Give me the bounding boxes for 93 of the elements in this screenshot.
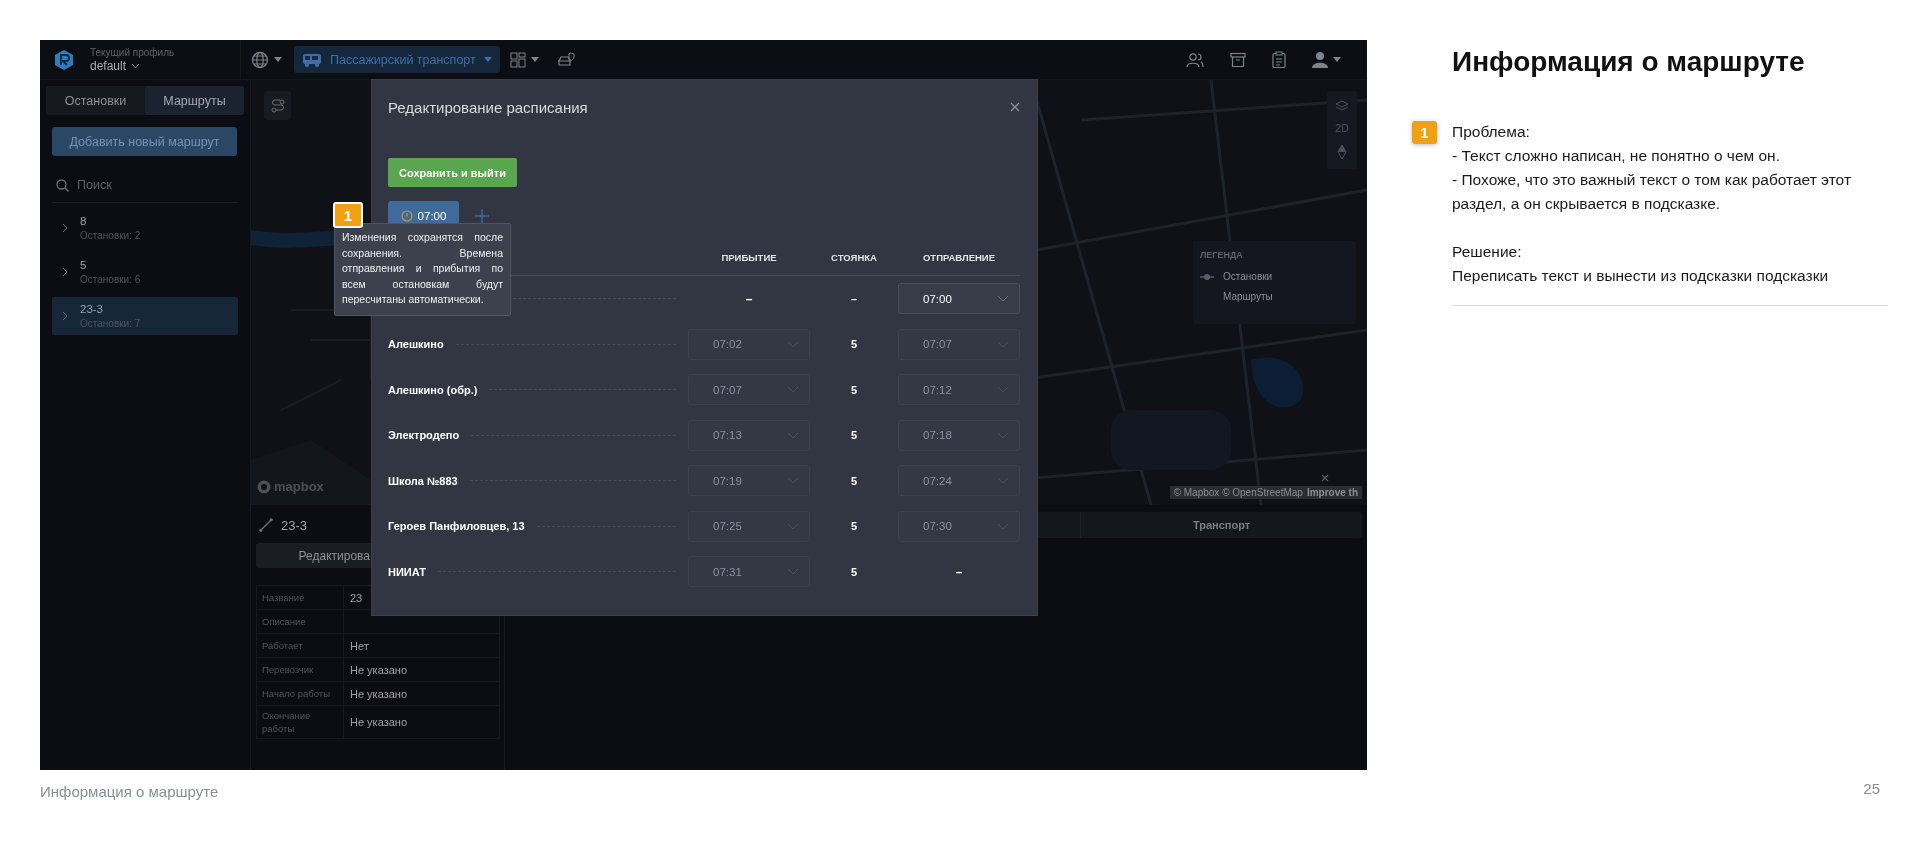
- caret-icon: [483, 57, 492, 62]
- property-value: Не указано: [349, 715, 409, 730]
- column-header: СТОЯНКА: [830, 251, 878, 263]
- caret-icon: [530, 57, 539, 62]
- property-value: Не указано: [349, 686, 409, 702]
- dwell-time: 5: [850, 383, 858, 396]
- stop-count: Остановки: 2: [80, 229, 141, 242]
- attribution-text: © Mapbox © OpenStreetMap: [1173, 487, 1303, 498]
- stop-count: Остановки: 6: [80, 273, 141, 286]
- chevron-right-icon: [62, 267, 68, 277]
- column-header: ОТПРАВЛЕНИЕ: [922, 251, 995, 263]
- chevron-right-icon: [62, 311, 68, 321]
- compass-icon[interactable]: [1337, 144, 1347, 160]
- bus-icon: [302, 52, 322, 67]
- save-and-exit-button[interactable]: Сохранить и выйти: [388, 158, 517, 187]
- archive-icon[interactable]: [1230, 51, 1246, 68]
- stop-name: НИИАТ: [388, 565, 426, 578]
- route-tool-button[interactable]: [264, 91, 291, 120]
- caret-icon: [1333, 57, 1341, 62]
- tooltip: Изменения сохранятся после сохранения. Времена отправления и прибытия по всем остановкам будут пересчитаны автоматически.: [334, 223, 511, 316]
- stop-name: Алешкино: [388, 338, 444, 351]
- sidebar-tab[interactable]: Маршруты: [145, 86, 244, 115]
- mapbox-logo: mapbox: [257, 479, 324, 494]
- column-header: ПРИБЫТИЕ: [721, 251, 777, 263]
- close-icon[interactable]: [1010, 102, 1020, 112]
- clipboard-icon[interactable]: [1272, 51, 1286, 68]
- profile-label: Текущий профиль: [90, 45, 176, 59]
- notes-title: Информация о маршруте: [1452, 45, 1806, 79]
- note-text: Проблема:: [1452, 122, 1531, 142]
- user-icon[interactable]: [1312, 51, 1328, 68]
- transport-dropdown[interactable]: Пассажирский транспорт: [294, 46, 500, 73]
- stop-name: Электродепо: [388, 429, 460, 442]
- dwell-time: 5: [850, 474, 858, 487]
- annotation-marker: 1: [333, 202, 363, 228]
- route-number: 8: [80, 214, 88, 229]
- modal-title: Редактирование расписания: [388, 98, 588, 116]
- caret-icon: [274, 57, 282, 62]
- route-list-item[interactable]: 5 Остановки: 6: [52, 253, 238, 291]
- property-label: Название: [257, 586, 344, 609]
- layout-grid-icon[interactable]: [509, 51, 526, 68]
- route-number: 5: [80, 258, 88, 273]
- edit-button[interactable]: Редактирова: [256, 543, 372, 568]
- property-label: Начало работы: [257, 682, 344, 705]
- close-icon[interactable]: [1321, 474, 1329, 482]
- property-value: Нет: [349, 638, 370, 654]
- search-field[interactable]: Поиск: [75, 177, 229, 193]
- note-text: - Похоже, что это важный текст о том как работает этот раздел, а он скрывается в подсказке.: [1452, 170, 1852, 214]
- route-path-icon: [270, 98, 285, 113]
- stop-marker-icon: [1200, 272, 1214, 281]
- page-number: 25: [1863, 780, 1880, 797]
- chevron-icon: [997, 295, 1009, 303]
- stop-name: Школа №883: [388, 474, 458, 487]
- route-number: 23-3: [80, 302, 105, 317]
- property-label: Перевозчик: [257, 658, 344, 681]
- empty-value: –: [745, 291, 753, 306]
- clock-icon: [400, 210, 413, 222]
- stop-name: Алешкино (обр.): [388, 383, 478, 396]
- legend-label: Остановки: [1223, 271, 1273, 282]
- car-shield-icon[interactable]: [556, 51, 575, 68]
- time-select[interactable]: 07:00: [898, 283, 1020, 315]
- property-label: Окончание работы: [257, 706, 344, 738]
- annotation-marker: 1: [1412, 121, 1437, 144]
- globe-icon[interactable]: [251, 50, 269, 69]
- note-text: Решение:: [1452, 242, 1523, 262]
- note-text: Переписать текст и вынести из подсказки подсказки: [1452, 266, 1830, 286]
- add-route-button[interactable]: Добавить новый маршрут: [52, 127, 237, 156]
- property-value: 23: [349, 590, 364, 606]
- users-icon[interactable]: [1186, 51, 1204, 68]
- stop-name: Героев Панфиловцев, 13: [388, 520, 525, 533]
- empty-value: –: [955, 564, 963, 579]
- profile-dropdown[interactable]: default: [90, 58, 240, 74]
- dwell-time: 5: [850, 429, 858, 442]
- ruler-line-icon: [259, 518, 273, 532]
- footer-title: Информация о маршруте: [40, 782, 219, 800]
- property-value: Не указано: [349, 662, 409, 678]
- mapbox-mark-icon: [257, 479, 271, 494]
- dwell-time: –: [850, 292, 858, 305]
- logo-icon: [54, 48, 74, 71]
- note-text: - Текст сложно написан, не понятно о чем он.: [1452, 146, 1781, 166]
- legend-label: Маршруты: [1223, 291, 1273, 302]
- search-icon: [56, 178, 69, 192]
- route-list-item[interactable]: 8 Остановки: 2: [52, 209, 238, 247]
- chevron-icon: [131, 63, 141, 69]
- property-label: Работает: [257, 634, 344, 657]
- dwell-time: 5: [850, 565, 858, 578]
- improve-map-link[interactable]: Improve th: [1306, 487, 1358, 498]
- dwell-time: 5: [850, 520, 858, 533]
- property-label: Описание: [257, 610, 344, 633]
- tab[interactable]: Транспорт: [1081, 512, 1362, 538]
- route-title: 23-3: [281, 517, 308, 533]
- dwell-time: 5: [850, 338, 858, 351]
- legend-title: ЛЕГЕНДА: [1200, 250, 1244, 260]
- chevron-right-icon: [62, 223, 68, 233]
